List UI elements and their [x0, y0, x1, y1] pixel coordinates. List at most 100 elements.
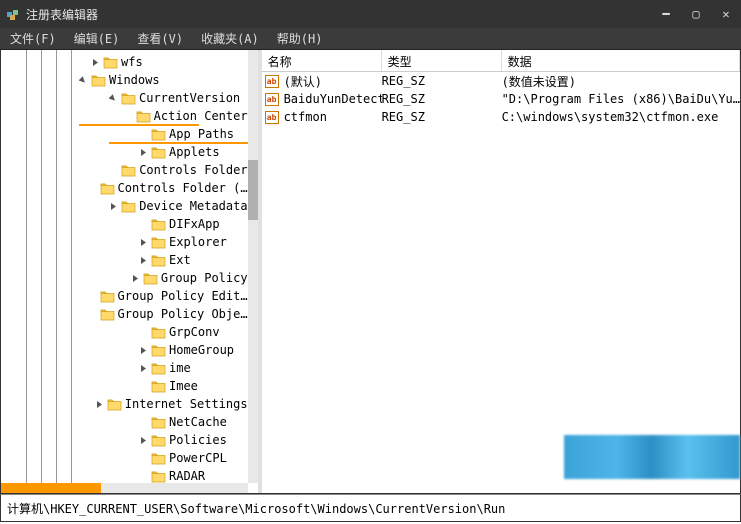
expander-closed-icon[interactable] — [139, 148, 148, 157]
tree-item-label: Policies — [169, 433, 227, 447]
menubar: 文件(F) 编辑(E) 查看(V) 收藏夹(A) 帮助(H) — [0, 28, 741, 50]
registry-tree[interactable]: wfs Windows CurrentVersion Action Center App… — [1, 50, 248, 483]
value-name: BaiduYunDetect — [284, 92, 382, 106]
tree-item[interactable]: Group Policy Edit… — [1, 287, 248, 305]
tree-item[interactable]: GrpConv — [1, 323, 248, 341]
column-header-data[interactable]: 数据 — [502, 50, 740, 71]
expander-open-icon[interactable] — [79, 76, 88, 85]
menu-favorites[interactable]: 收藏夹(A) — [201, 30, 259, 47]
value-row[interactable]: abBaiduYunDetectREG_SZ"D:\Program Files … — [262, 90, 740, 108]
expander-closed-icon[interactable] — [139, 256, 148, 265]
folder-icon — [107, 398, 122, 411]
expander-closed-icon[interactable] — [139, 364, 148, 373]
tree-item[interactable]: Applets — [1, 143, 248, 161]
maximize-button[interactable]: ▢ — [681, 0, 711, 28]
folder-icon — [151, 452, 166, 465]
content-area: wfs Windows CurrentVersion Action Center App… — [0, 50, 741, 494]
folder-icon — [151, 434, 166, 447]
tree-item[interactable]: CurrentVersion — [1, 89, 248, 107]
expander-closed-icon[interactable] — [109, 202, 118, 211]
tree-scrollbar-horizontal[interactable] — [1, 483, 248, 493]
close-button[interactable]: ✕ — [711, 0, 741, 28]
tree-item[interactable]: NetCache — [1, 413, 248, 431]
tree-item-label: GrpConv — [169, 325, 220, 339]
menu-help[interactable]: 帮助(H) — [277, 30, 323, 47]
tree-item[interactable]: App Paths — [1, 125, 248, 143]
tree-item-label: Action Center — [154, 109, 248, 123]
value-name: ctfmon — [284, 110, 382, 124]
tree-item[interactable]: Policies — [1, 431, 248, 449]
tree-item[interactable]: ime — [1, 359, 248, 377]
titlebar: 注册表编辑器 ━ ▢ ✕ — [0, 0, 741, 28]
tree-item[interactable]: Device Metadata — [1, 197, 248, 215]
values-pane: 名称 类型 数据 ab(默认)REG_SZ(数值未设置)abBaiduYunDe… — [262, 50, 740, 493]
values-list[interactable]: ab(默认)REG_SZ(数值未设置)abBaiduYunDetectREG_S… — [262, 72, 740, 126]
tree-item[interactable]: Controls Folder — [1, 161, 248, 179]
tree-item[interactable]: Internet Settings — [1, 395, 248, 413]
tree-scrollbar-vertical[interactable] — [248, 50, 258, 483]
expander-none — [139, 220, 148, 229]
value-row[interactable]: ab(默认)REG_SZ(数值未设置) — [262, 72, 740, 90]
tree-item[interactable]: Controls Folder (… — [1, 179, 248, 197]
folder-icon — [121, 164, 136, 177]
titlebar-title: 注册表编辑器 — [26, 6, 651, 23]
tree-item[interactable]: Windows — [1, 71, 248, 89]
expander-none — [139, 382, 148, 391]
tree-item[interactable]: PowerCPL — [1, 449, 248, 467]
column-header-name[interactable]: 名称 — [262, 50, 382, 71]
folder-icon — [100, 308, 115, 321]
folder-icon — [100, 182, 115, 195]
value-data: (数值未设置) — [502, 73, 740, 90]
expander-closed-icon[interactable] — [139, 436, 148, 445]
tree-scrollbar-thumb[interactable] — [248, 160, 258, 220]
folder-icon — [151, 362, 166, 375]
tree-item-label: PowerCPL — [169, 451, 227, 465]
expander-none — [91, 184, 97, 193]
tree-item[interactable]: DIFxApp — [1, 215, 248, 233]
string-value-icon: ab — [264, 110, 280, 124]
menu-edit[interactable]: 编辑(E) — [74, 30, 120, 47]
values-header: 名称 类型 数据 — [262, 50, 740, 72]
expander-open-icon[interactable] — [109, 94, 118, 103]
column-header-type[interactable]: 类型 — [382, 50, 502, 71]
tree-scrollbar-h-thumb[interactable] — [1, 483, 101, 493]
menu-file[interactable]: 文件(F) — [10, 30, 56, 47]
folder-icon — [151, 380, 166, 393]
tree-item-label: Applets — [169, 145, 220, 159]
folder-icon — [151, 344, 166, 357]
tree-item[interactable]: wfs — [1, 53, 248, 71]
tree-item[interactable]: HomeGroup — [1, 341, 248, 359]
folder-icon — [151, 254, 166, 267]
tree-item[interactable]: Group Policy — [1, 269, 248, 287]
tree-item-label: HomeGroup — [169, 343, 234, 357]
menu-view[interactable]: 查看(V) — [137, 30, 183, 47]
expander-closed-icon[interactable] — [139, 238, 148, 247]
value-name: (默认) — [284, 73, 382, 90]
value-type: REG_SZ — [382, 74, 502, 88]
tree-item[interactable]: Group Policy Obje… — [1, 305, 248, 323]
folder-icon — [136, 110, 151, 123]
value-type: REG_SZ — [382, 110, 502, 124]
tree-item[interactable]: Imee — [1, 377, 248, 395]
tree-item-label: Controls Folder (… — [118, 181, 248, 195]
expander-none — [111, 166, 118, 175]
folder-icon — [121, 92, 136, 105]
folder-icon — [143, 272, 158, 285]
expander-closed-icon[interactable] — [95, 400, 104, 409]
expander-closed-icon[interactable] — [131, 274, 140, 283]
folder-icon — [151, 470, 166, 483]
tree-item[interactable]: RADAR — [1, 467, 248, 483]
tree-item[interactable]: Explorer — [1, 233, 248, 251]
tree-item[interactable]: Action Center — [1, 107, 248, 125]
minimize-button[interactable]: ━ — [651, 0, 681, 28]
censored-region — [564, 435, 740, 479]
folder-icon — [151, 326, 166, 339]
tree-item[interactable]: Ext — [1, 251, 248, 269]
tree-item-label: Group Policy Edit… — [118, 289, 248, 303]
folder-icon — [151, 416, 166, 429]
expander-closed-icon[interactable] — [91, 58, 100, 67]
value-row[interactable]: abctfmonREG_SZC:\windows\system32\ctfmon… — [262, 108, 740, 126]
tree-item-label: Windows — [109, 73, 160, 87]
expander-closed-icon[interactable] — [139, 346, 148, 355]
statusbar-path: 计算机\HKEY_CURRENT_USER\Software\Microsoft… — [7, 500, 505, 517]
